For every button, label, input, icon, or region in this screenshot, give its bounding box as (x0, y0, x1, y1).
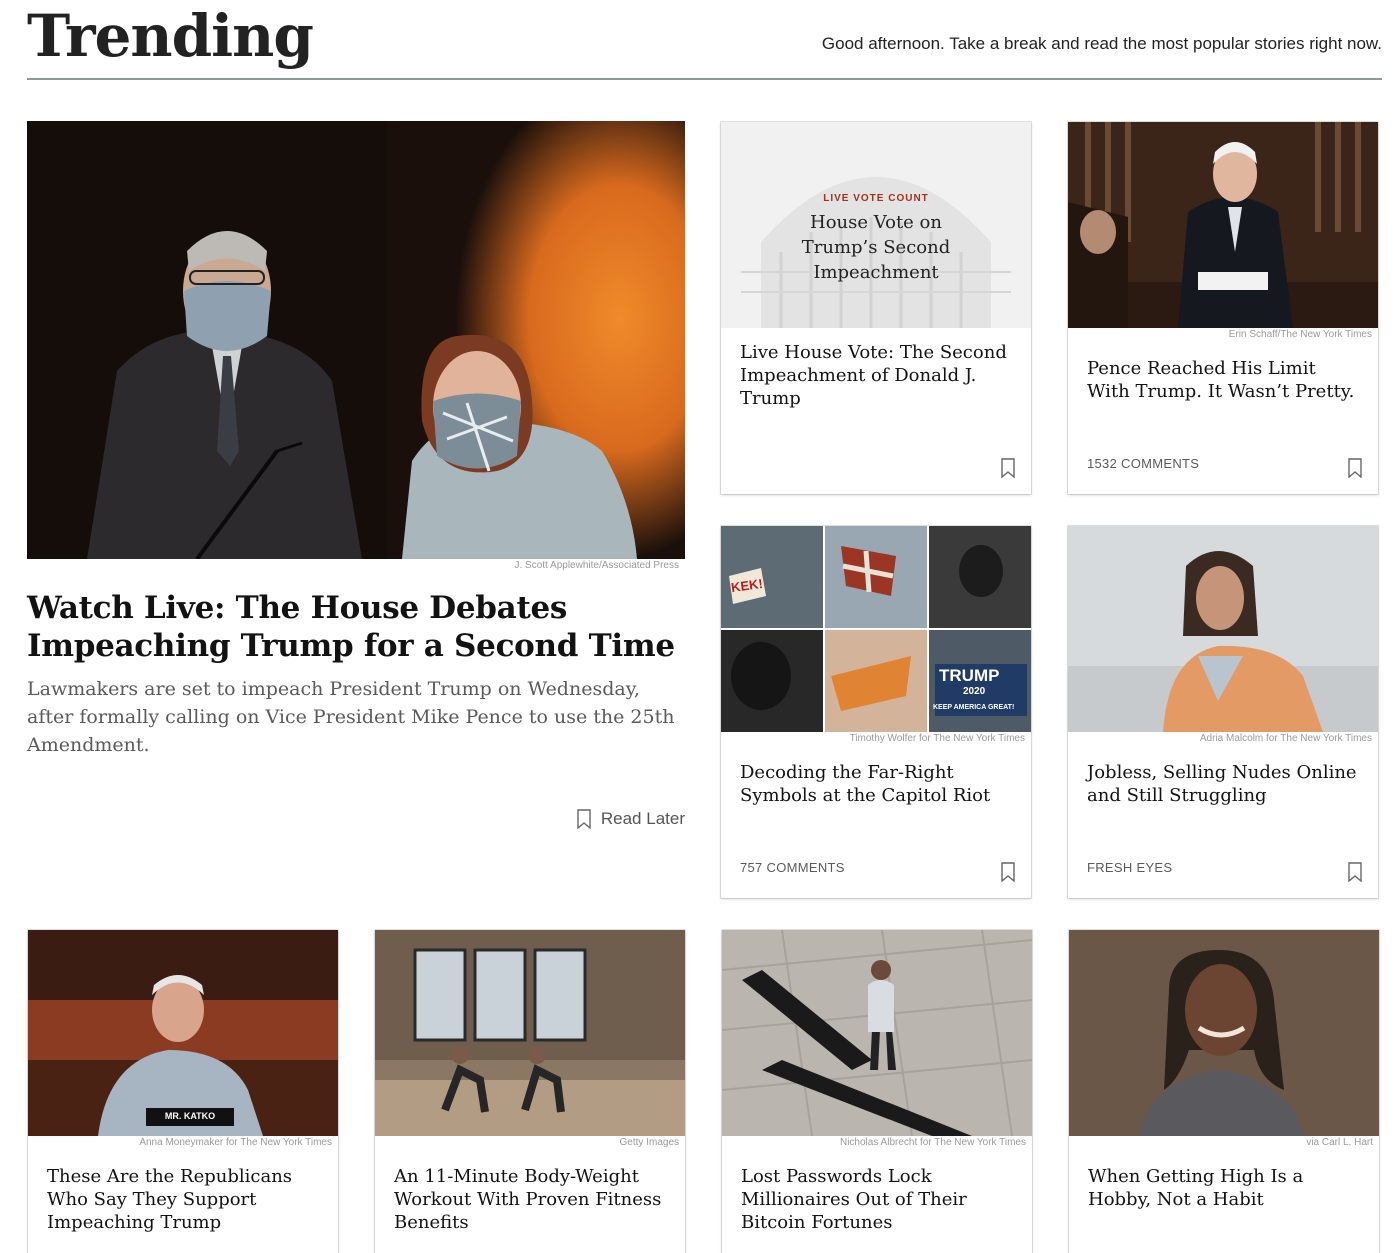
photo-credit: via Carl L. Hart (1306, 1137, 1373, 1148)
vote-count-kicker: LIVE VOTE COUNT (823, 193, 929, 204)
story-headline[interactable]: When Getting High Is a Hobby, Not a Habi… (1088, 1165, 1363, 1211)
photo-credit: Timothy Wolfer for The New York Times (849, 733, 1025, 744)
hero-summary: Lawmakers are set to impeach President T… (27, 678, 675, 756)
read-later-button[interactable]: Read Later (577, 809, 685, 829)
bookmark-icon[interactable] (1348, 862, 1362, 882)
story-card-bitcoin[interactable]: Nicholas Albrecht for The New York Times… (722, 930, 1032, 1253)
hero-story[interactable]: J. Scott Applewhite/Associated Press Wat… (27, 121, 685, 829)
story-photo[interactable]: MR. KATKO (28, 930, 338, 1136)
hero-photo[interactable] (27, 121, 685, 559)
bookmark-icon (577, 809, 591, 829)
photo-credit: Erin Schaff/The New York Times (1228, 329, 1372, 340)
photo-collage[interactable]: KEK! TRUMP 2020 KEEP AMERICA GREAT! (721, 526, 1031, 732)
vote-count-graphic-title: House Vote on Trump’s Second Impeachment (801, 212, 951, 283)
story-headline[interactable]: Live House Vote: The Second Impeachment … (740, 341, 1015, 410)
story-card-jobless[interactable]: Adria Malcolm for The New York Times Job… (1068, 526, 1378, 898)
greeting-tagline: Good afternoon. Take a break and read th… (821, 34, 1382, 53)
story-photo[interactable] (1068, 122, 1378, 328)
story-headline[interactable]: Pence Reached His Limit With Trump. It W… (1087, 357, 1362, 403)
story-photo[interactable] (1069, 930, 1379, 1136)
read-later-label: Read Later (600, 809, 685, 828)
story-headline[interactable]: An 11-Minute Body-Weight Workout With Pr… (394, 1165, 669, 1234)
vote-count-graphic[interactable]: LIVE VOTE COUNT House Vote on Trump’s Se… (721, 122, 1031, 328)
story-headline[interactable]: Lost Passwords Lock Millionaires Out of … (741, 1165, 1016, 1234)
bookmark-icon[interactable] (1348, 458, 1362, 478)
hero-photo-credit: J. Scott Applewhite/Associated Press (514, 560, 679, 571)
bookmark-icon[interactable] (1001, 862, 1015, 882)
photo-credit: Nicholas Albrecht for The New York Times (839, 1137, 1026, 1148)
story-photo[interactable] (722, 930, 1032, 1136)
masthead: Trending Good afternoon. Take a break an… (27, 0, 1382, 80)
story-card-republicans[interactable]: MR. KATKO Anna Moneymaker for The New Yo… (28, 930, 338, 1253)
story-card-workout[interactable]: Getty Images An 11-Minute Body-Weight Wo… (375, 930, 685, 1253)
page-title: Trending (27, 2, 314, 70)
story-headline[interactable]: Jobless, Selling Nudes Online and Still … (1087, 761, 1362, 807)
story-headline[interactable]: Decoding the Far-Right Symbols at the Ca… (740, 761, 1015, 807)
story-card-live-vote[interactable]: LIVE VOTE COUNT House Vote on Trump’s Se… (721, 122, 1031, 494)
bookmark-icon[interactable] (1001, 458, 1015, 478)
collage-sign-year: 2020 (963, 686, 986, 697)
collage-sign-kag: KEEP AMERICA GREAT! (933, 704, 1015, 711)
comment-count[interactable]: 1532 COMMENTS (1087, 456, 1199, 471)
story-headline[interactable]: These Are the Republicans Who Say They S… (47, 1165, 322, 1234)
photo-credit: Anna Moneymaker for The New York Times (139, 1137, 332, 1148)
hero-headline[interactable]: Watch Live: The House Debates Impeaching… (27, 589, 685, 665)
story-card-pence[interactable]: Erin Schaff/The New York Times Pence Rea… (1068, 122, 1378, 494)
photo-credit: Getty Images (619, 1137, 679, 1148)
photo-credit: Adria Malcolm for The New York Times (1199, 733, 1372, 744)
story-card-far-right-symbols[interactable]: KEK! TRUMP 2020 KEEP AMERICA GREAT! Timo… (721, 526, 1031, 898)
story-photo[interactable] (1068, 526, 1378, 732)
collage-sign-trump: TRUMP (939, 666, 1000, 685)
story-photo[interactable] (375, 930, 685, 1136)
section-label[interactable]: FRESH EYES (1087, 860, 1172, 875)
comment-count[interactable]: 757 COMMENTS (740, 860, 845, 875)
nameplate-text: MR. KATKO (164, 1111, 216, 1121)
story-card-getting-high[interactable]: via Carl L. Hart When Getting High Is a … (1069, 930, 1379, 1253)
